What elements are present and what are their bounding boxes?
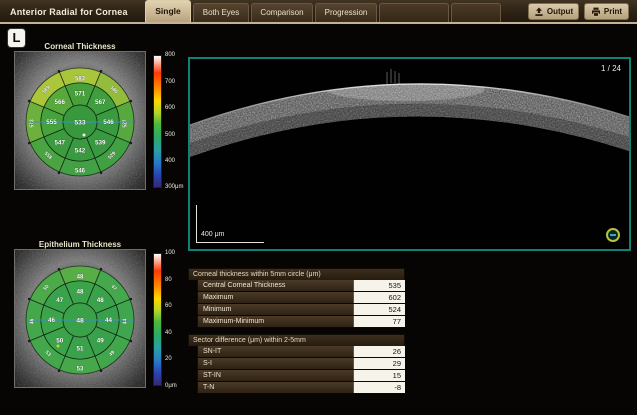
sector-value: 44 (123, 319, 129, 325)
table-title: Sector difference (μm) within 2-5mm (188, 334, 405, 346)
epithelium-thickness-map[interactable]: 4848484449515046474847444953534650 (14, 249, 146, 388)
sector-value: 546 (75, 169, 86, 175)
scale-bar-label: 400 μm (201, 231, 225, 238)
export-icon (534, 7, 544, 17)
row-value: -8 (353, 382, 405, 393)
sector-value: 47 (56, 297, 64, 304)
registration-mark (58, 268, 61, 271)
sector-value: 527 (123, 119, 129, 128)
sector-value: 566 (55, 99, 66, 106)
sector-value: 571 (75, 91, 86, 98)
sector-value: 48 (76, 317, 84, 324)
sector-value: 542 (75, 148, 86, 155)
table-row: Minimum 524 (197, 304, 405, 316)
row-value: 602 (353, 292, 405, 303)
registration-mark (58, 172, 61, 175)
table-row: Maximum-Minimum 77 (197, 316, 405, 328)
sector-value: 48 (76, 289, 84, 296)
row-value: 535 (353, 280, 405, 291)
header-bar: Anterior Radial for Cornea Single Both E… (0, 0, 637, 24)
sector-value: 46 (30, 319, 36, 325)
row-value: 77 (353, 316, 405, 327)
row-label: Central Corneal Thickness (197, 280, 353, 291)
sector-value: 573 (30, 119, 36, 128)
scale-bar: 400 μm (196, 205, 266, 243)
row-label: Maximum (197, 292, 353, 303)
sector-value: 48 (97, 297, 105, 304)
registration-mark (28, 142, 31, 145)
tab-both-eyes[interactable]: Both Eyes (193, 3, 249, 22)
table-row: Maximum 602 (197, 292, 405, 304)
row-value: 524 (353, 304, 405, 315)
page-title: Anterior Radial for Cornea (10, 0, 128, 24)
anterior-radial-screen: Anterior Radial for Cornea Single Both E… (0, 0, 637, 415)
table-row: ST-IN 15 (197, 370, 405, 382)
tab-progression[interactable]: Progression (315, 3, 377, 22)
registration-mark (130, 142, 133, 145)
sector-value: 46 (48, 317, 56, 324)
row-label: Minimum (197, 304, 353, 315)
sector-value: 539 (95, 139, 106, 146)
registration-mark (130, 100, 133, 103)
epithelium-thickness-title: Epithelium Thickness (14, 240, 146, 249)
tab-empty-slot (451, 3, 501, 22)
corneal-thickness-table: Corneal thickness within 5mm circle (μm)… (188, 268, 405, 328)
oct-bscan-viewer[interactable]: 1 / 24 400 μm (188, 57, 631, 251)
print-button-label: Print (604, 7, 622, 16)
row-value: 15 (353, 370, 405, 381)
registration-mark (130, 298, 133, 301)
sector-value: 50 (56, 337, 64, 344)
sector-difference-table: Sector difference (μm) within 2-5mm SN-I… (188, 334, 405, 394)
row-label: Maximum-Minimum (197, 316, 353, 327)
sector-value: 48 (77, 275, 84, 281)
output-button[interactable]: Output (528, 3, 579, 20)
sector-value: 53 (77, 367, 84, 373)
table-row: SN-IT 26 (197, 346, 405, 358)
printer-icon (591, 7, 601, 17)
reset-zoom-icon[interactable] (606, 228, 620, 242)
corneal-color-scale (153, 55, 162, 188)
row-label: T-N (197, 382, 353, 393)
marker-dot (83, 134, 86, 137)
sector-value: 546 (103, 119, 114, 126)
frame-counter: 1 / 24 (601, 64, 621, 73)
registration-mark (28, 340, 31, 343)
corneal-thickness-title: Corneal Thickness (14, 42, 146, 51)
registration-mark (130, 340, 133, 343)
tab-single[interactable]: Single (145, 0, 191, 22)
table-row: S-I 29 (197, 358, 405, 370)
print-button[interactable]: Print (584, 3, 629, 20)
sector-value: 567 (95, 99, 106, 106)
table-title: Corneal thickness within 5mm circle (μm) (188, 268, 405, 280)
sector-value: 533 (74, 119, 86, 126)
registration-mark (100, 70, 103, 73)
sector-value: 51 (76, 346, 84, 353)
registration-mark (58, 370, 61, 373)
registration-mark (100, 172, 103, 175)
registration-mark (28, 100, 31, 103)
epithelium-color-scale (153, 253, 162, 386)
sector-value: 547 (55, 139, 66, 146)
row-value: 29 (353, 358, 405, 369)
sector-value: 44 (105, 317, 113, 324)
table-row: Central Corneal Thickness 535 (197, 280, 405, 292)
row-label: SN-IT (197, 346, 353, 357)
registration-mark (58, 70, 61, 73)
marker-dot (57, 345, 60, 348)
sector-value: 49 (97, 337, 105, 344)
registration-mark (100, 268, 103, 271)
registration-mark (28, 298, 31, 301)
registration-mark (100, 370, 103, 373)
sector-value: 555 (46, 119, 57, 126)
row-label: S-I (197, 358, 353, 369)
table-row: T-N -8 (197, 382, 405, 394)
row-label: ST-IN (197, 370, 353, 381)
corneal-thickness-map[interactable]: 5335715675465395425475555665835805275295… (14, 51, 146, 190)
sector-value: 583 (75, 77, 86, 83)
row-value: 26 (353, 346, 405, 357)
tab-comparison[interactable]: Comparison (251, 3, 313, 22)
tab-empty-slot (379, 3, 449, 22)
output-button-label: Output (547, 7, 573, 16)
